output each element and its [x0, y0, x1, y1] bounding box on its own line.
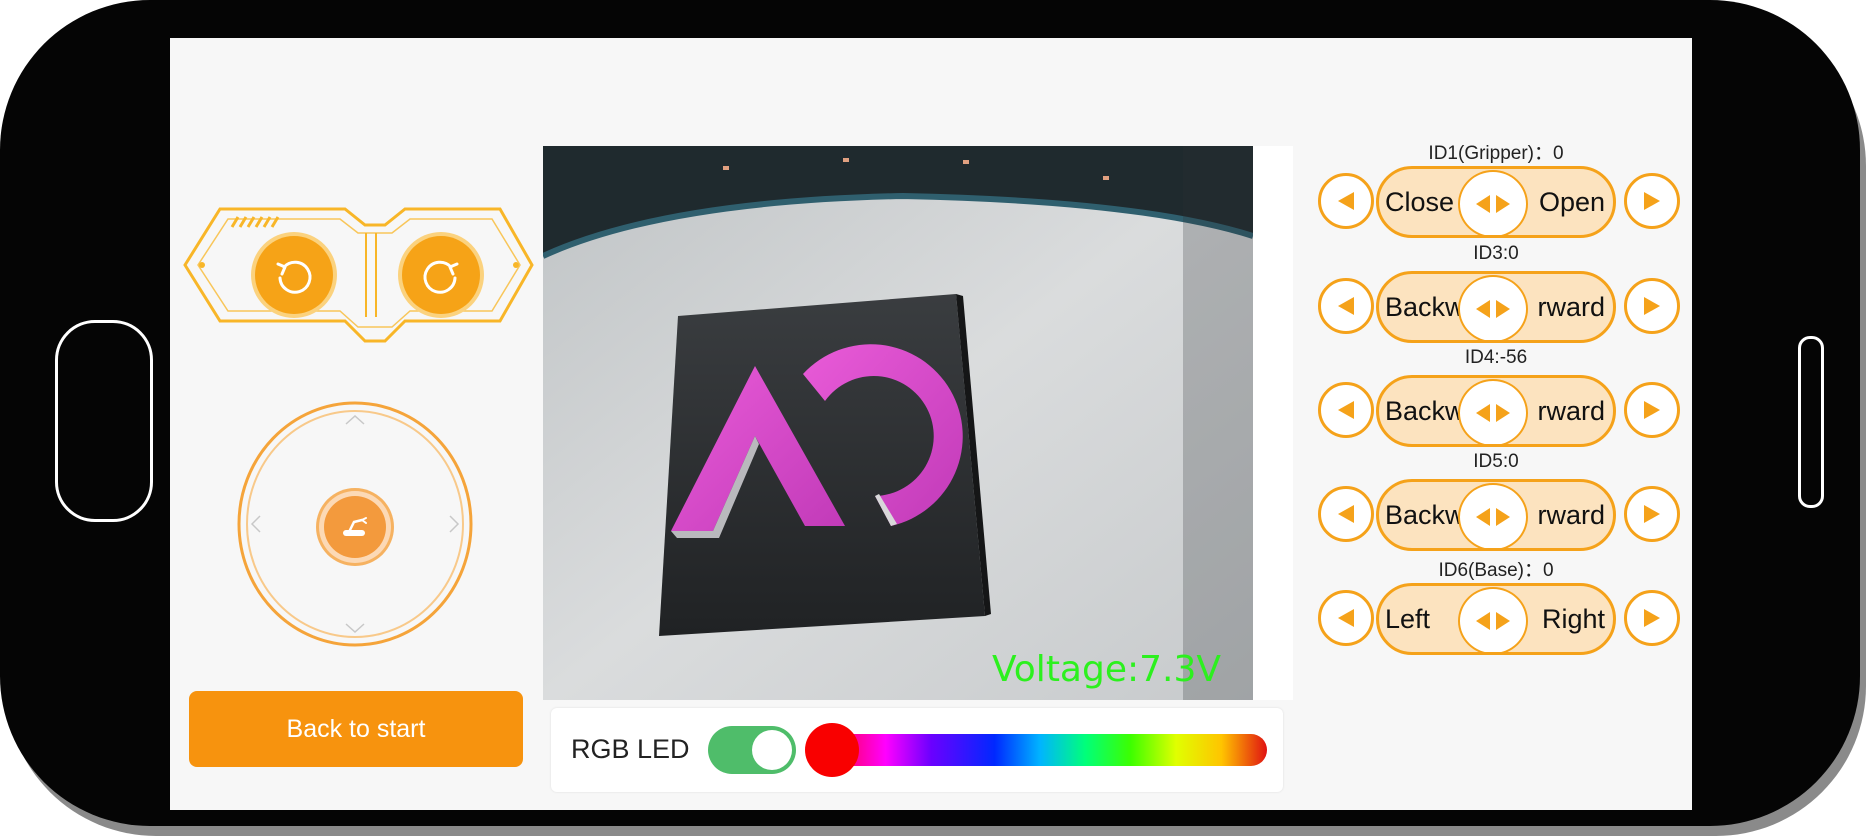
- rgb-led-toggle[interactable]: [708, 726, 796, 774]
- servo-id1-slider[interactable]: Close Open: [1376, 166, 1616, 238]
- rotate-counterclockwise-icon: [276, 260, 312, 294]
- triangle-right-icon: [1496, 404, 1510, 422]
- servo-left-text: Backw: [1385, 500, 1465, 530]
- servo-id6-decrease-button[interactable]: [1318, 590, 1374, 646]
- triangle-right-icon: [1644, 297, 1660, 315]
- servo-id4-slider-handle[interactable]: [1458, 379, 1528, 444]
- robot-arm-icon: [343, 517, 367, 536]
- back-to-start-button[interactable]: Back to start: [189, 691, 523, 767]
- triangle-left-icon: [1338, 192, 1354, 210]
- joystick-knob[interactable]: [324, 496, 386, 558]
- rotation-panel-frame: [183, 207, 534, 343]
- rgb-color-slider-thumb[interactable]: [805, 723, 859, 777]
- triangle-left-icon: [1338, 609, 1354, 627]
- servo-id6-slider[interactable]: Left Right: [1376, 583, 1616, 655]
- servo-label: ID5:0: [1473, 451, 1519, 472]
- servo-id6-slider-handle[interactable]: [1458, 587, 1528, 652]
- triangle-right-icon: [1644, 401, 1660, 419]
- triangle-right-icon: [1644, 192, 1660, 210]
- triangle-right-icon: [1496, 612, 1510, 630]
- triangle-right-icon: [1644, 609, 1660, 627]
- servo-left-text: Backw: [1385, 396, 1465, 426]
- servo-right-text: rward: [1537, 500, 1605, 530]
- servo-id5-slider-handle[interactable]: [1458, 483, 1528, 548]
- servo-right-text: Open: [1538, 187, 1605, 217]
- servo-id3-slider-handle[interactable]: [1458, 275, 1528, 340]
- servo-label: ID4:-56: [1464, 347, 1528, 368]
- app-screen: Back to start Voltage:7.3V RGB LED ID1(G…: [170, 38, 1692, 810]
- servo-id3-decrease-button[interactable]: [1318, 278, 1374, 334]
- triangle-left-icon: [1476, 195, 1490, 213]
- servo-id4-decrease-button[interactable]: [1318, 382, 1374, 438]
- phone-frame: Back to start Voltage:7.3V RGB LED ID1(G…: [0, 0, 1860, 826]
- servo-label: ID6(Base)：0: [1438, 560, 1554, 581]
- triangle-left-icon: [1476, 404, 1490, 422]
- servo-id1-slider-handle[interactable]: [1458, 170, 1528, 235]
- servo-left-text: Close: [1385, 187, 1455, 217]
- servo-id5-increase-button[interactable]: [1624, 486, 1680, 542]
- triangle-left-icon: [1338, 401, 1354, 419]
- triangle-left-icon: [1476, 612, 1490, 630]
- servo-label: ID3:0: [1473, 243, 1519, 264]
- triangle-right-icon: [1496, 300, 1510, 318]
- servo-right-text: rward: [1537, 292, 1605, 322]
- servo-id1-decrease-button[interactable]: [1318, 173, 1374, 229]
- triangle-left-icon: [1338, 297, 1354, 315]
- servo-right-text: Right: [1541, 604, 1605, 634]
- triangle-left-icon: [1476, 508, 1490, 526]
- triangle-left-icon: [1338, 505, 1354, 523]
- servo-id4-slider[interactable]: Backw rward: [1376, 375, 1616, 447]
- home-button[interactable]: [55, 320, 153, 522]
- voltage-readout: Voltage:7.3V: [991, 649, 1221, 690]
- speaker-slot: [1798, 336, 1824, 508]
- rgb-led-label: RGB LED: [571, 734, 690, 764]
- triangle-left-icon: [1476, 300, 1490, 318]
- servo-id3-slider[interactable]: Backw rward: [1376, 271, 1616, 343]
- servo-id3-increase-button[interactable]: [1624, 278, 1680, 334]
- triangle-right-icon: [1496, 195, 1510, 213]
- rotate-right-button[interactable]: [402, 236, 480, 314]
- servo-id5-slider[interactable]: Backw rward: [1376, 479, 1616, 551]
- servo-id1-increase-button[interactable]: [1624, 173, 1680, 229]
- servo-id4-increase-button[interactable]: [1624, 382, 1680, 438]
- triangle-right-icon: [1644, 505, 1660, 523]
- servo-right-text: rward: [1537, 396, 1605, 426]
- toggle-knob: [752, 730, 792, 770]
- servo-label: ID1(Gripper)：0: [1428, 143, 1564, 164]
- servo-left-text: Left: [1385, 604, 1431, 634]
- triangle-right-icon: [1496, 508, 1510, 526]
- joystick[interactable]: [236, 400, 474, 648]
- servo-id6-increase-button[interactable]: [1624, 590, 1680, 646]
- camera-border: [1253, 146, 1293, 700]
- rotate-left-button[interactable]: [255, 236, 333, 314]
- rgb-led-bar: RGB LED: [551, 708, 1283, 792]
- servo-id5-decrease-button[interactable]: [1318, 486, 1374, 542]
- camera-image: [543, 146, 1253, 700]
- rotate-clockwise-icon: [423, 260, 459, 294]
- camera-feed: Voltage:7.3V: [543, 146, 1253, 700]
- rgb-color-slider[interactable]: [805, 723, 1267, 777]
- rotation-control-panel: [180, 203, 536, 349]
- servo-left-text: Backw: [1385, 292, 1465, 322]
